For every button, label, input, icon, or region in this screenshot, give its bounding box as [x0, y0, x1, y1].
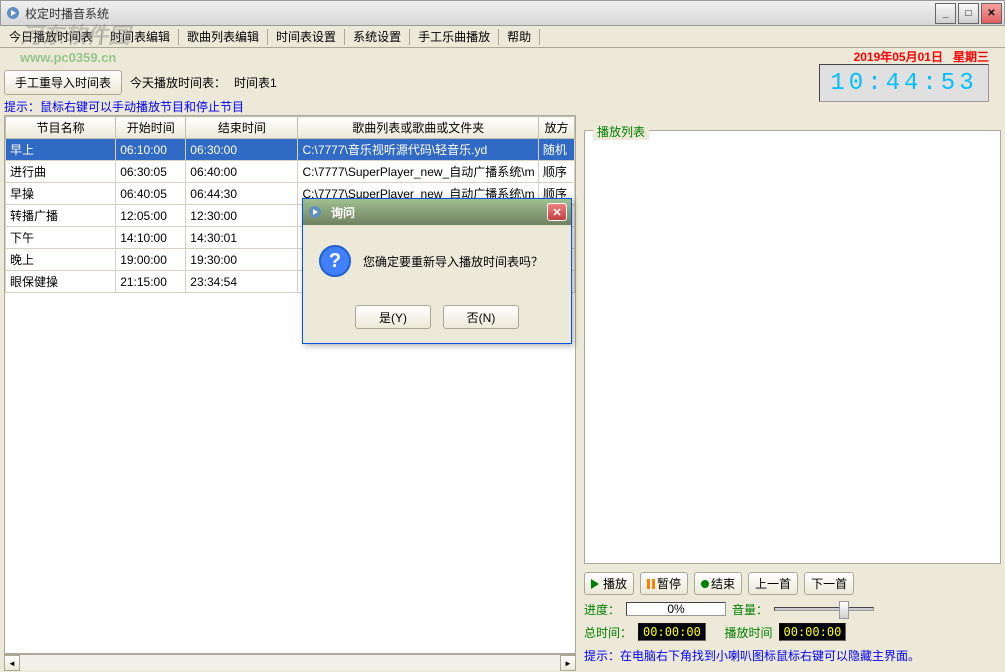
- dialog-yes-button[interactable]: 是(Y): [355, 305, 431, 329]
- dialog-close-button[interactable]: ✕: [547, 203, 567, 221]
- confirm-dialog: 询问 ✕ ? 您确定要重新导入播放时间表吗？ 是(Y) 否(N): [302, 198, 572, 344]
- dialog-message: 您确定要重新导入播放时间表吗？: [363, 253, 543, 270]
- dialog-titlebar[interactable]: 询问 ✕: [303, 199, 571, 225]
- dialog-icon-small: [307, 204, 323, 220]
- dialog-no-button[interactable]: 否(N): [443, 305, 519, 329]
- dialog-title: 询问: [327, 204, 547, 221]
- question-icon: ?: [319, 245, 351, 277]
- modal-overlay: 询问 ✕ ? 您确定要重新导入播放时间表吗？ 是(Y) 否(N): [0, 0, 1005, 672]
